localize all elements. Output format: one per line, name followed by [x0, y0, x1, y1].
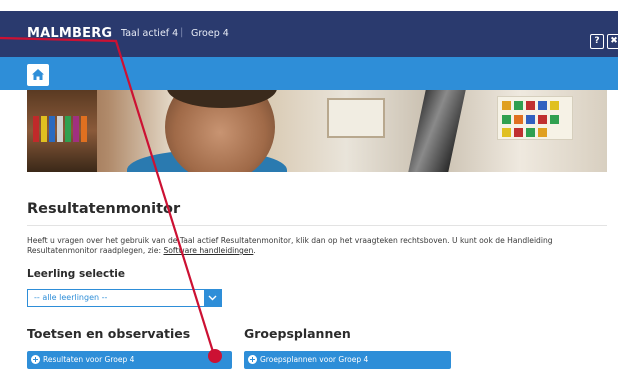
breadcrumb-group[interactable]: Groep 4	[191, 28, 229, 39]
divider	[27, 225, 607, 226]
top-header: MALMBERG Taal actief 4 | Groep 4 ? ✖	[0, 11, 618, 57]
home-button[interactable]	[27, 64, 49, 86]
plus-circle-icon	[248, 355, 257, 364]
results-group-button[interactable]: Resultaten voor Groep 4	[27, 351, 232, 369]
nav-bar	[0, 57, 618, 90]
tests-section-heading: Toetsen en observaties	[27, 326, 191, 341]
intro-text: Heeft u vragen over het gebruik van de T…	[27, 236, 617, 256]
group-plans-label: Groepsplannen voor Groep 4	[260, 355, 369, 364]
dropdown-toggle[interactable]	[204, 290, 221, 306]
close-button[interactable]: ✖	[607, 34, 618, 49]
student-select-value: -- alle leerlingen --	[34, 293, 108, 302]
page-title: Resultatenmonitor	[27, 201, 181, 217]
breadcrumb-method[interactable]: Taal actief 4	[121, 28, 178, 39]
student-select[interactable]: -- alle leerlingen --	[27, 289, 222, 307]
wall-poster	[497, 96, 573, 140]
results-group-label: Resultaten voor Groep 4	[43, 355, 135, 364]
wall-frame	[327, 98, 385, 138]
malmberg-logo[interactable]: MALMBERG	[27, 26, 112, 41]
computer-monitor	[408, 90, 466, 172]
group-plans-button[interactable]: Groepsplannen voor Groep 4	[244, 351, 451, 369]
intro-sentence: Heeft u vragen over het gebruik van de T…	[27, 236, 553, 255]
chevron-down-icon	[208, 295, 217, 301]
plus-circle-icon	[31, 355, 40, 364]
hero-banner-image	[27, 90, 607, 172]
home-icon	[32, 69, 44, 80]
plans-section-heading: Groepsplannen	[244, 326, 351, 341]
breadcrumb-separator: |	[180, 27, 184, 38]
software-manuals-link[interactable]: Software handleidingen	[163, 246, 253, 255]
student-selection-label: Leerling selectie	[27, 268, 126, 280]
help-button[interactable]: ?	[590, 34, 604, 49]
intro-end: .	[253, 246, 256, 255]
